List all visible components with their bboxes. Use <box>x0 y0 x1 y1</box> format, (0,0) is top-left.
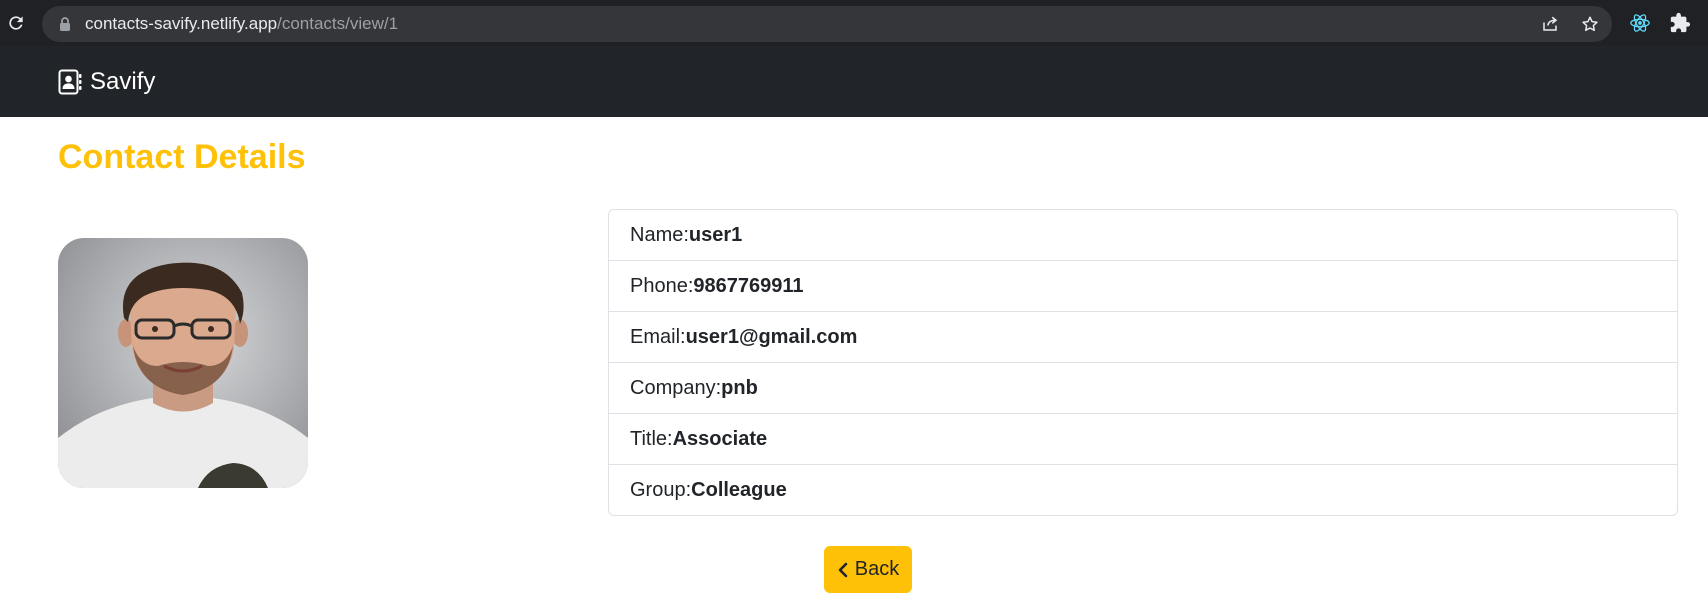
detail-value: Associate <box>672 427 768 450</box>
detail-label: Title: <box>630 427 673 450</box>
browser-toolbar: contacts-savify.netlify.app/contacts/vie… <box>0 0 1708 46</box>
detail-label: Phone: <box>630 274 694 297</box>
detail-value: user1@gmail.com <box>685 325 858 348</box>
address-book-icon <box>58 69 82 94</box>
bookmark-star-icon[interactable] <box>1581 15 1599 33</box>
react-devtools-icon[interactable] <box>1629 12 1651 34</box>
reload-button[interactable] <box>4 11 28 35</box>
brand-name: Savify <box>90 67 156 95</box>
detail-label: Group: <box>630 478 692 501</box>
detail-value: user1 <box>688 223 743 246</box>
contact-details-list: Name: user1 Phone: 9867769911 Email: user1@… <box>608 209 1678 516</box>
detail-email: Email: user1@gmail.com <box>609 312 1677 363</box>
chevron-left-icon <box>838 562 848 577</box>
detail-name: Name: user1 <box>609 210 1677 261</box>
reload-icon <box>9 16 23 30</box>
brand-link[interactable]: Savify <box>58 46 155 117</box>
detail-label: Name: <box>630 223 689 246</box>
detail-value: Colleague <box>691 478 787 501</box>
contact-avatar <box>58 238 308 488</box>
detail-company: Company: pnb <box>609 363 1677 414</box>
avatar-photo <box>58 238 308 488</box>
detail-label: Company: <box>630 376 722 399</box>
back-button-label: Back <box>854 558 900 580</box>
app-navbar: Savify <box>0 46 1708 117</box>
back-button[interactable]: Back <box>824 546 912 593</box>
page-title: Contact Details <box>58 138 306 176</box>
detail-value: 9867769911 <box>693 274 804 297</box>
share-icon[interactable] <box>1541 15 1559 33</box>
detail-group: Group: Colleague <box>609 465 1677 515</box>
detail-value: pnb <box>721 376 758 399</box>
detail-phone: Phone: 9867769911 <box>609 261 1677 312</box>
url-host: contacts-savify.netlify.app <box>85 14 278 33</box>
lock-icon <box>60 17 70 31</box>
extensions-puzzle-icon[interactable] <box>1669 12 1691 34</box>
url-text: contacts-savify.netlify.app/contacts/vie… <box>85 6 398 42</box>
detail-title: Title: Associate <box>609 414 1677 465</box>
address-bar[interactable]: contacts-savify.netlify.app/contacts/vie… <box>42 6 1612 42</box>
detail-label: Email: <box>630 325 686 348</box>
url-path: /contacts/view/1 <box>277 14 399 33</box>
